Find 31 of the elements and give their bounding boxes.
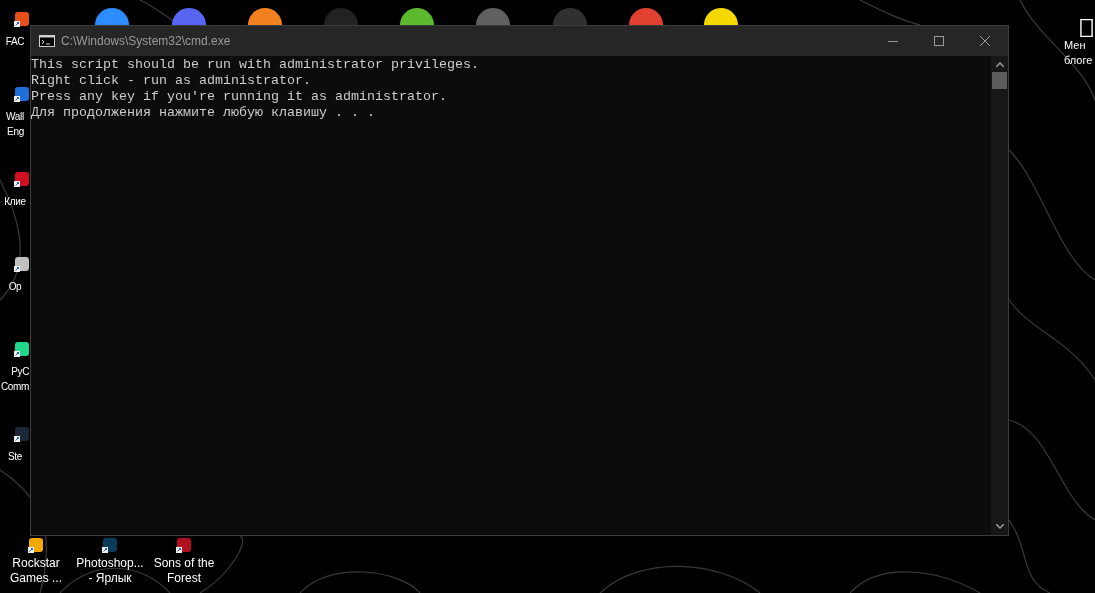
icon-label: FAC [5,35,25,49]
icon-label: PyC Comm [0,365,30,394]
icon-label: Клие [4,195,26,209]
app-icon[interactable] [95,5,129,25]
document-icon[interactable] [1080,18,1093,38]
console-line: This script should be run with administrator privileges. [31,57,479,73]
icon-label: Op [8,280,22,294]
icon-label: Мен блоге [1064,38,1093,68]
icon-label: Sons of the Forest [153,556,215,586]
app-icon[interactable] [176,537,192,553]
scrollbar[interactable] [991,56,1008,535]
app-icon[interactable] [28,537,44,553]
app-icon[interactable] [704,5,738,25]
app-icon[interactable] [400,5,434,25]
app-icon[interactable] [102,537,118,553]
console-line: Для продолжения нажмите любую клавишу . . . [31,105,375,121]
minimize-icon [888,40,898,42]
icon-label: Rockstar Games ... [10,556,62,586]
console-icon [39,35,55,47]
scrollbar-thumb[interactable] [992,72,1007,89]
icon-label: Ste [7,450,23,464]
icon-label: Wall Eng [6,110,24,139]
console-line: Press any key if you're running it as administrator. [31,89,447,105]
icon-label: Photoshop... - Ярлык [76,556,144,586]
maximize-icon [934,36,944,46]
app-icon[interactable] [248,5,282,25]
window-title: C:\Windows\System32\cmd.exe [61,33,231,50]
scroll-up-icon[interactable] [995,62,1004,67]
scroll-down-icon[interactable] [995,524,1004,529]
close-icon [980,36,990,46]
console-line: Right click - run as administrator. [31,73,311,89]
